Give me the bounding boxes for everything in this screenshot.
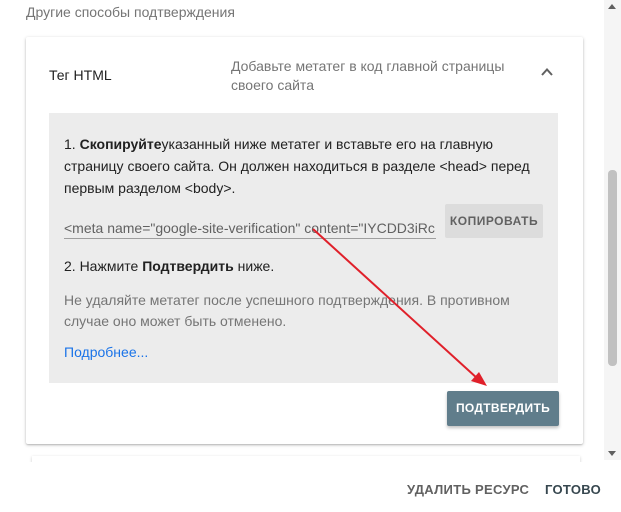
scroll-thumb[interactable]: [608, 170, 617, 366]
scroll-down-icon[interactable]: [608, 451, 616, 456]
step1-text: 1. Скопируйтеуказанный ниже метатег и вс…: [64, 136, 530, 196]
section-title: Другие способы подтверждения: [26, 4, 235, 20]
step2-suffix: ниже.: [233, 258, 275, 274]
step2-prefix: 2. Нажмите: [64, 258, 143, 274]
step1-bold: Скопируйте: [79, 136, 162, 152]
method-title: Тег HTML: [49, 67, 112, 83]
method-description: Добавьте метатег в код главной страницы …: [231, 58, 505, 93]
scrollbar[interactable]: [604, 0, 621, 460]
delete-resource-button[interactable]: УДАЛИТЬ РЕСУРС: [407, 482, 529, 497]
warning-note: Не удаляйте метатег после успешного подт…: [64, 292, 510, 329]
chevron-up-icon[interactable]: [540, 65, 554, 79]
done-button[interactable]: ГОТОВО: [545, 482, 601, 497]
meta-tag-field[interactable]: [64, 217, 436, 239]
dialog-footer: УДАЛИТЬ РЕСУРС ГОТОВО: [0, 462, 621, 512]
instructions-panel: 1. Скопируйтеуказанный ниже метатег и вс…: [49, 113, 558, 383]
step2-text: 2. Нажмите Подтвердить ниже.: [64, 258, 274, 274]
step2-bold: Подтвердить: [142, 258, 234, 274]
copy-button[interactable]: КОПИРОВАТЬ: [445, 204, 543, 238]
learn-more-link[interactable]: Подробнее...: [64, 344, 148, 360]
confirm-button[interactable]: ПОДТВЕРДИТЬ: [447, 391, 559, 426]
verification-method-card: Тег HTML Добавьте метатег в код главной …: [26, 37, 583, 444]
scroll-up-icon[interactable]: [608, 4, 616, 9]
